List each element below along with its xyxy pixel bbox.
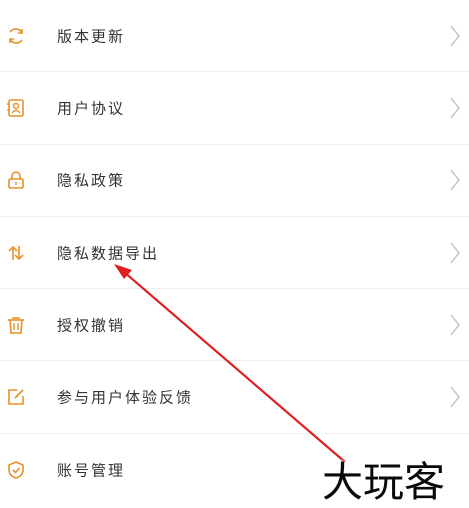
menu-item-version-update[interactable]: 版本更新 xyxy=(0,0,469,73)
menu-item-label: 隐私政策 xyxy=(57,171,126,190)
chevron-right-icon xyxy=(450,25,461,47)
menu-item-user-feedback[interactable]: 参与用户体验反馈 xyxy=(0,361,469,434)
menu-item-privacy-policy[interactable]: 隐私政策 xyxy=(0,145,469,217)
refresh-icon xyxy=(9,27,23,44)
chevron-right-icon xyxy=(450,169,461,191)
settings-list: 版本更新 用户协议 隐私政策 隐私数据导出 授权撤销 参与用户体验反馈 账号管理 xyxy=(0,0,469,506)
chevron-right-icon xyxy=(450,386,461,408)
menu-item-label: 账号管理 xyxy=(57,461,126,480)
menu-item-label: 隐私数据导出 xyxy=(57,244,160,263)
menu-item-user-agreement[interactable]: 用户协议 xyxy=(0,72,469,145)
trash-icon xyxy=(8,317,24,334)
chevron-right-icon xyxy=(450,97,461,119)
menu-item-label: 参与用户体验反馈 xyxy=(57,388,194,407)
menu-item-label: 用户协议 xyxy=(57,99,126,118)
lock-icon xyxy=(8,171,24,190)
watermark-logo: 大玩客 xyxy=(322,458,445,506)
menu-item-privacy-data-export[interactable]: 隐私数据导出 xyxy=(0,217,469,290)
contact-card-icon xyxy=(7,99,24,117)
menu-item-label: 授权撤销 xyxy=(57,316,126,335)
chevron-right-icon xyxy=(450,242,461,264)
chevron-right-icon xyxy=(450,314,461,336)
swap-arrows-icon xyxy=(8,245,24,260)
edit-icon xyxy=(8,389,24,405)
menu-item-revoke-authorization[interactable]: 授权撤销 xyxy=(0,289,469,362)
menu-item-label: 版本更新 xyxy=(57,27,126,46)
shield-check-icon xyxy=(8,461,24,479)
